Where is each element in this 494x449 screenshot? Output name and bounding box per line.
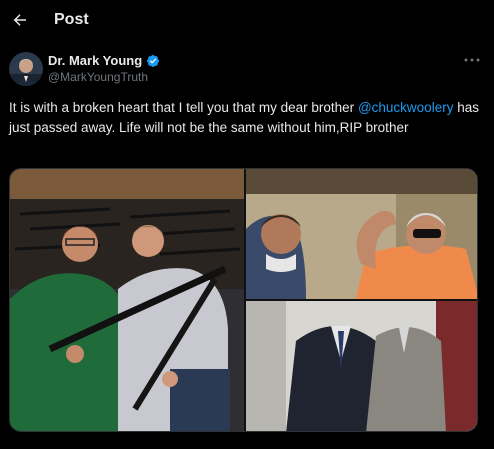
tweet-text-part1: It is with a broken heart that I tell yo…: [9, 100, 355, 115]
avatar[interactable]: [9, 52, 43, 86]
verified-badge-icon: [147, 54, 160, 67]
media-photo-3[interactable]: [246, 301, 477, 431]
media-photo-1[interactable]: [10, 169, 244, 431]
author-display-name[interactable]: Dr. Mark Young: [48, 53, 142, 68]
tweet-header: Dr. Mark Young @MarkYoungTruth: [0, 50, 494, 90]
tweet-text: It is with a broken heart that I tell yo…: [9, 98, 487, 138]
mention-link[interactable]: @chuckwoolery: [358, 100, 454, 115]
media-photo-2[interactable]: [246, 169, 477, 299]
more-horizontal-icon: [464, 58, 480, 62]
arrow-left-icon: [13, 14, 26, 26]
top-bar: Post: [0, 0, 494, 40]
more-options-button[interactable]: [462, 52, 482, 68]
author-handle[interactable]: @MarkYoungTruth: [48, 70, 148, 84]
back-button[interactable]: [8, 8, 32, 32]
media-grid: [9, 168, 478, 432]
page-title: Post: [54, 11, 89, 28]
